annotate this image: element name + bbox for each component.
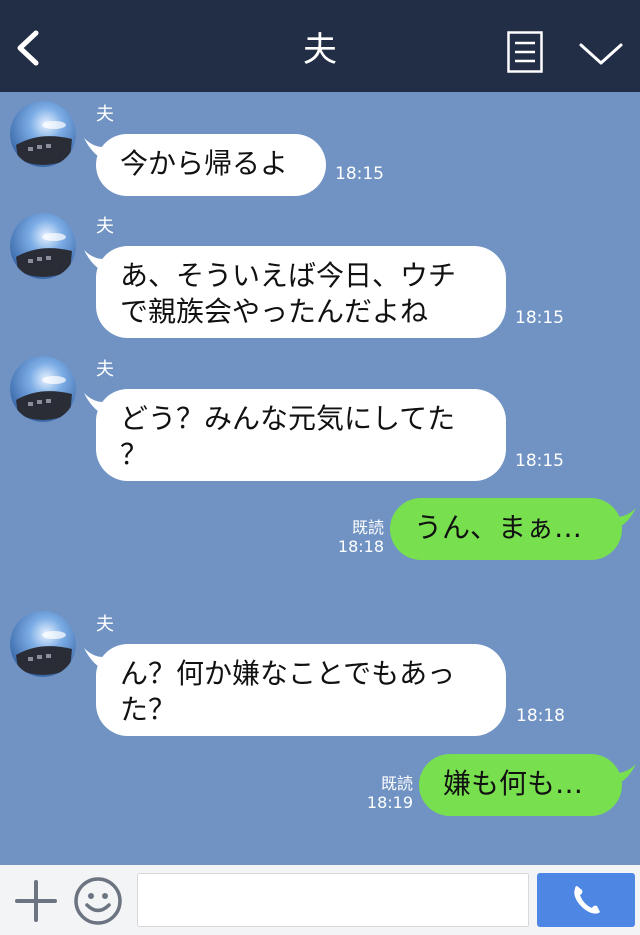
chat-title: 夫: [303, 30, 337, 70]
message-bubble[interactable]: 今から帰るよ: [96, 134, 326, 196]
message-bubble[interactable]: 嫌も何も…: [419, 754, 622, 816]
message-time: 18:15: [515, 451, 564, 471]
message-time: 18:19: [366, 793, 413, 812]
message-time: 18:18: [337, 537, 384, 556]
read-status: 既読: [351, 518, 384, 537]
message-bubble[interactable]: ん？何か嫌なことでもあっ た？: [96, 644, 506, 736]
message-bubble[interactable]: あ、そういえば今日、ウチ で親族会やったんだよね: [96, 246, 506, 338]
bubble-tail: [608, 508, 636, 532]
notes-button[interactable]: [507, 31, 543, 73]
chevron-down-icon: [579, 43, 623, 65]
avatar[interactable]: [10, 611, 76, 677]
message-bubble[interactable]: どう？みんな元気にしてた ？: [96, 389, 506, 481]
message-input[interactable]: [137, 873, 529, 927]
read-receipt: 既読 18:19: [359, 774, 413, 812]
sender-name: 夫: [96, 614, 114, 635]
notes-icon: [507, 31, 543, 73]
message-time: 18:18: [516, 706, 565, 726]
message-bubble[interactable]: うん、まぁ…: [390, 498, 622, 560]
sender-name: 夫: [96, 104, 114, 125]
chat-header: 夫: [0, 0, 640, 92]
sender-name: 夫: [96, 216, 114, 237]
emoji-button[interactable]: [73, 876, 123, 926]
call-button[interactable]: [537, 873, 635, 927]
message-time: 18:15: [335, 164, 384, 184]
message-incoming: 夫 どう？みんな元気にしてた ？ 18:15: [0, 353, 640, 483]
add-attachment-button[interactable]: [14, 879, 58, 923]
avatar[interactable]: [10, 213, 76, 279]
sender-name: 夫: [96, 359, 114, 380]
phone-icon: [574, 886, 600, 914]
message-incoming: 夫 ん？何か嫌なことでもあっ た？ 18:18: [0, 608, 640, 738]
message-time: 18:15: [515, 308, 564, 328]
message-composer: [0, 865, 640, 935]
emoji-icon: [74, 877, 122, 925]
read-status: 既読: [380, 774, 413, 793]
plus-icon: [15, 880, 57, 922]
bubble-tail: [608, 764, 636, 788]
message-incoming: 夫 あ、そういえば今日、ウチ で親族会やったんだよね 18:15: [0, 210, 640, 340]
read-receipt: 既読 18:18: [330, 518, 384, 556]
message-outgoing: 既読 18:18 うん、まぁ…: [0, 498, 640, 562]
message-incoming: 夫 今から帰るよ 18:15: [0, 98, 640, 198]
menu-toggle-button[interactable]: [578, 36, 624, 70]
avatar[interactable]: [10, 356, 76, 422]
message-outgoing: 既読 18:19 嫌も何も…: [0, 754, 640, 818]
avatar[interactable]: [10, 101, 76, 167]
